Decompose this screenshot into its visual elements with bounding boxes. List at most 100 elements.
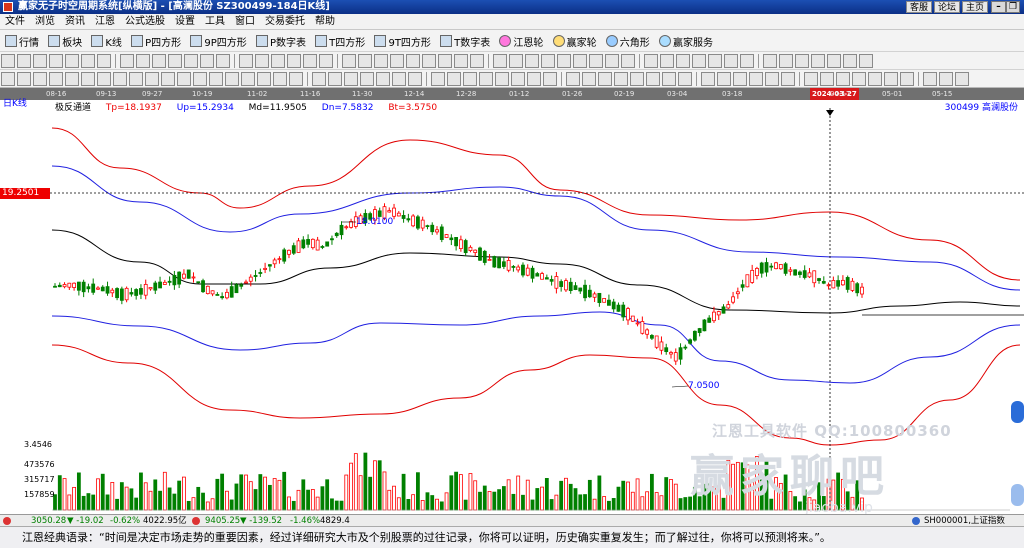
tool-icon[interactable] bbox=[328, 72, 342, 86]
scroll-handle[interactable] bbox=[1011, 484, 1024, 506]
tool-icon[interactable] bbox=[145, 72, 159, 86]
menu-browse[interactable]: 浏览 bbox=[30, 14, 60, 30]
tool-icon[interactable] bbox=[312, 72, 326, 86]
tool-icon[interactable] bbox=[209, 72, 223, 86]
tool-icon[interactable] bbox=[749, 72, 763, 86]
tool-icon[interactable] bbox=[289, 72, 303, 86]
scroll-right-button[interactable] bbox=[1011, 401, 1024, 423]
tool-icon[interactable] bbox=[113, 72, 127, 86]
maximize-button[interactable]: ❐ bbox=[1006, 1, 1020, 13]
t-number-table-button[interactable]: T数字表 bbox=[438, 30, 494, 52]
tool-icon[interactable] bbox=[65, 54, 79, 68]
tool-icon[interactable] bbox=[644, 54, 658, 68]
tool-icon[interactable] bbox=[376, 72, 390, 86]
tool-icon[interactable] bbox=[408, 72, 422, 86]
tool-icon[interactable] bbox=[781, 72, 795, 86]
tool-icon[interactable] bbox=[1, 72, 15, 86]
tool-icon[interactable] bbox=[303, 54, 317, 68]
tool-icon[interactable] bbox=[1, 54, 15, 68]
tool-icon[interactable] bbox=[422, 54, 436, 68]
tool-icon[interactable] bbox=[843, 54, 857, 68]
tool-icon[interactable] bbox=[740, 54, 754, 68]
tool-icon[interactable] bbox=[287, 54, 301, 68]
tool-icon[interactable] bbox=[525, 54, 539, 68]
tool-icon[interactable] bbox=[852, 72, 866, 86]
tool-icon[interactable] bbox=[152, 54, 166, 68]
tool-icon[interactable] bbox=[820, 72, 834, 86]
tool-icon[interactable] bbox=[955, 72, 969, 86]
tool-icon[interactable] bbox=[479, 72, 493, 86]
link-forum[interactable]: 论坛 bbox=[934, 1, 961, 13]
tool-icon[interactable] bbox=[692, 54, 706, 68]
menu-news[interactable]: 资讯 bbox=[60, 14, 90, 30]
tool-icon[interactable] bbox=[868, 72, 882, 86]
p-number-table-button[interactable]: P数字表 bbox=[254, 30, 310, 52]
tool-icon[interactable] bbox=[573, 54, 587, 68]
tool-icon[interactable] bbox=[566, 72, 580, 86]
tool-icon[interactable] bbox=[630, 72, 644, 86]
menu-help[interactable]: 帮助 bbox=[310, 14, 340, 30]
tool-icon[interactable] bbox=[589, 54, 603, 68]
tool-icon[interactable] bbox=[257, 72, 271, 86]
tool-icon[interactable] bbox=[97, 54, 111, 68]
tool-icon[interactable] bbox=[374, 54, 388, 68]
tool-icon[interactable] bbox=[541, 54, 555, 68]
tool-icon[interactable] bbox=[120, 54, 134, 68]
p-square-button[interactable]: P四方形 bbox=[129, 30, 185, 52]
9t-square-button[interactable]: 9T四方形 bbox=[372, 30, 434, 52]
tool-icon[interactable] bbox=[97, 72, 111, 86]
tool-icon[interactable] bbox=[49, 54, 63, 68]
menu-trade[interactable]: 交易委托 bbox=[260, 14, 310, 30]
tool-icon[interactable] bbox=[900, 72, 914, 86]
tool-icon[interactable] bbox=[509, 54, 523, 68]
link-service[interactable]: 客服 bbox=[906, 1, 933, 13]
tool-icon[interactable] bbox=[701, 72, 715, 86]
tool-icon[interactable] bbox=[939, 72, 953, 86]
tool-icon[interactable] bbox=[717, 72, 731, 86]
tool-icon[interactable] bbox=[884, 72, 898, 86]
t-square-button[interactable]: T四方形 bbox=[313, 30, 369, 52]
tool-icon[interactable] bbox=[17, 54, 31, 68]
tool-icon[interactable] bbox=[678, 72, 692, 86]
gann-wheel-button[interactable]: 江恩轮 bbox=[497, 30, 547, 52]
tool-icon[interactable] bbox=[184, 54, 198, 68]
tool-icon[interactable] bbox=[662, 72, 676, 86]
tool-icon[interactable] bbox=[765, 72, 779, 86]
menu-tools[interactable]: 工具 bbox=[200, 14, 230, 30]
tool-icon[interactable] bbox=[511, 72, 525, 86]
tool-icon[interactable] bbox=[527, 72, 541, 86]
tool-icon[interactable] bbox=[81, 72, 95, 86]
tool-icon[interactable] bbox=[543, 72, 557, 86]
9p-square-button[interactable]: 9P四方形 bbox=[188, 30, 250, 52]
tool-icon[interactable] bbox=[241, 72, 255, 86]
menu-formula[interactable]: 公式选股 bbox=[120, 14, 170, 30]
tool-icon[interactable] bbox=[495, 72, 509, 86]
tool-icon[interactable] bbox=[614, 72, 628, 86]
tool-icon[interactable] bbox=[406, 54, 420, 68]
tool-icon[interactable] bbox=[605, 54, 619, 68]
tool-icon[interactable] bbox=[463, 72, 477, 86]
tool-icon[interactable] bbox=[470, 54, 484, 68]
tool-icon[interactable] bbox=[225, 72, 239, 86]
tool-icon[interactable] bbox=[193, 72, 207, 86]
date-ruler[interactable]: 08-16 09-13 09-27 10-19 11-02 11-16 11-30 12-14… bbox=[0, 88, 1024, 100]
tool-icon[interactable] bbox=[392, 72, 406, 86]
menu-settings[interactable]: 设置 bbox=[170, 14, 200, 30]
tool-icon[interactable] bbox=[763, 54, 777, 68]
tool-icon[interactable] bbox=[827, 54, 841, 68]
menu-window[interactable]: 窗口 bbox=[230, 14, 260, 30]
tool-icon[interactable] bbox=[273, 72, 287, 86]
tool-icon[interactable] bbox=[859, 54, 873, 68]
winner-wheel-button[interactable]: 赢家轮 bbox=[551, 30, 601, 52]
tool-icon[interactable] bbox=[168, 54, 182, 68]
menu-gann[interactable]: 江恩 bbox=[90, 14, 120, 30]
tool-icon[interactable] bbox=[557, 54, 571, 68]
tool-icon[interactable] bbox=[733, 72, 747, 86]
tool-icon[interactable] bbox=[319, 54, 333, 68]
tool-icon[interactable] bbox=[33, 72, 47, 86]
tool-icon[interactable] bbox=[161, 72, 175, 86]
tool-icon[interactable] bbox=[836, 72, 850, 86]
tool-icon[interactable] bbox=[447, 72, 461, 86]
tool-icon[interactable] bbox=[271, 54, 285, 68]
tool-icon[interactable] bbox=[358, 54, 372, 68]
